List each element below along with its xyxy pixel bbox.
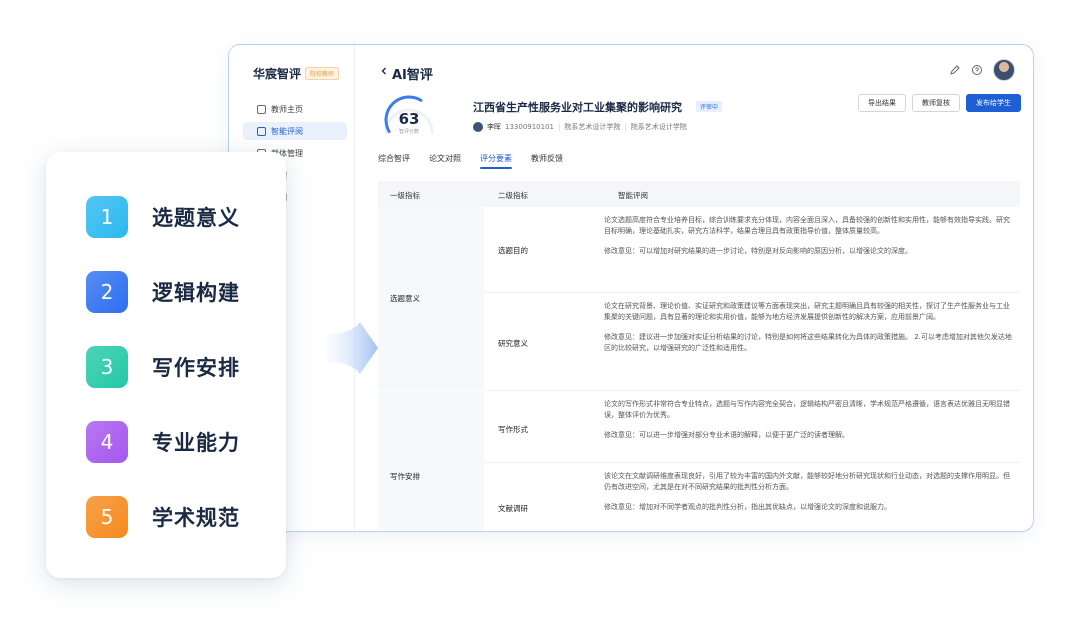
paper-title: 江西省生产性服务业对工业集聚的影响研究 — [473, 101, 682, 114]
avatar[interactable] — [993, 59, 1015, 81]
tab-bar: 综合智评 论文对照 评分要素 教师反馈 — [378, 153, 563, 169]
number-badge: 2 — [86, 271, 128, 313]
review-text: 论文在研究背景、理论价值、实证研究和政策建议等方面表现突出，研究主题明确且具有较… — [604, 302, 1010, 321]
action-buttons: 导出结果 教师复核 发布给学生 — [858, 94, 1021, 112]
brand-logo: 华宸智评 — [253, 67, 302, 81]
sidebar-item-review[interactable]: 智能评阅 — [243, 122, 347, 140]
list-item: 5 学术规范 — [86, 496, 240, 538]
score-label: 智评分数 — [398, 129, 419, 135]
score-value: 63 — [398, 110, 420, 128]
publish-button[interactable]: 发布给学生 — [966, 94, 1021, 112]
level2-label: 选题目的 — [498, 246, 528, 255]
criteria-label: 选题意义 — [152, 206, 240, 230]
table-row: 论文在研究背景、理论价值、实证研究和政策建议等方面表现突出，研究主题明确且具有较… — [594, 293, 1020, 391]
page-title: AI智评 — [392, 68, 433, 83]
list-item: 4 专业能力 — [86, 421, 240, 463]
header-level1: 一级指标 — [390, 191, 420, 200]
table-cell-level2: 研究意义 — [484, 293, 594, 391]
author-phone: 13300910101 — [505, 123, 554, 131]
divider: | — [624, 123, 627, 131]
review-table: 一级指标 二级指标 智能评阅 选题意义 选题目的 论文选题高度符合专业培养目标，… — [378, 181, 1020, 531]
app-window: 华宸智评 院校教师 教师主页 智能评阅 载体管理 管理 说明 AI智评 — [228, 44, 1034, 532]
home-icon — [257, 104, 266, 114]
list-item: 3 写作安排 — [86, 346, 240, 388]
tab-compare[interactable]: 论文对照 — [429, 153, 461, 169]
edit-icon[interactable] — [949, 64, 961, 76]
suggestion-text: 修改意见：增加对不同学者观点的批判性分析，指出其优缺点，以增强论文的深度和说服力… — [604, 502, 891, 511]
level2-label: 写作形式 — [498, 425, 528, 434]
suggestion-text: 修改意见：可以增加对研究结果的进一步讨论，特别是对反向影响的原因分析，以增强论文… — [604, 246, 912, 255]
author-avatar — [473, 122, 483, 132]
criteria-card: 1 选题意义 2 逻辑构建 3 写作安排 4 专业能力 5 学术规范 — [46, 152, 286, 578]
status-badge: 评审中 — [696, 101, 723, 112]
table-cell-level2: 文献调研 — [484, 463, 594, 531]
teacher-review-button[interactable]: 教师复核 — [912, 94, 960, 112]
list-item: 1 选题意义 — [86, 196, 240, 238]
brand-tag: 院校教师 — [305, 67, 340, 80]
author-name: 李晖 — [487, 123, 501, 131]
review-icon — [257, 126, 266, 136]
chevron-left-icon[interactable] — [380, 67, 388, 75]
table-cell-level1: 选题意义 — [378, 207, 484, 391]
criteria-label: 写作安排 — [152, 356, 240, 380]
review-text: 论文选题高度符合专业培养目标，综合训练要求充分体现，内容全面且深入，具备较强的创… — [604, 216, 1010, 235]
table-header: 一级指标 二级指标 智能评阅 — [378, 181, 1020, 207]
table-cell-level2: 写作形式 — [484, 391, 594, 463]
number-badge: 4 — [86, 421, 128, 463]
number-badge: 3 — [86, 346, 128, 388]
main-content: AI智评 63 智评分数 江西省生产性服务业对工业集聚的影响研究 评审中 李晖 — [356, 45, 1033, 531]
header-tools — [949, 59, 1015, 81]
suggestion-text: 修改意见：可以进一步增强对部分专业术语的解释，以便于更广泛的读者理解。 — [604, 430, 849, 439]
tab-overall[interactable]: 综合智评 — [378, 153, 410, 169]
tab-feedback[interactable]: 教师反馈 — [531, 153, 563, 169]
table-row: 该论文在文献调研维度表现良好，引用了较为丰富的国内外文献，能够较好地分析研究现状… — [594, 463, 1020, 531]
table-cell-level1: 写作安排 — [378, 391, 484, 531]
level2-label: 研究意义 — [498, 339, 528, 348]
sidebar-item-label: 智能评阅 — [271, 126, 303, 136]
export-button[interactable]: 导出结果 — [858, 94, 906, 112]
divider: | — [558, 123, 561, 131]
criteria-label: 逻辑构建 — [152, 281, 240, 305]
author-department: 院系艺术设计学院 — [630, 123, 687, 131]
help-icon[interactable] — [971, 64, 983, 76]
number-badge: 1 — [86, 196, 128, 238]
criteria-label: 学术规范 — [152, 506, 240, 530]
sidebar-item-label: 教师主页 — [271, 104, 303, 114]
paper-meta: 李晖 13300910101 | 院系艺术设计学院 | 院系艺术设计学院 — [473, 122, 687, 132]
table-row: 论文的写作形式非常符合专业特点，选题与写作内容完全契合，逻辑结构严密且清晰，学术… — [594, 391, 1020, 463]
header-review: 智能评阅 — [618, 191, 648, 200]
score-gauge: 63 智评分数 — [380, 93, 438, 143]
level1-label: 选题意义 — [390, 294, 420, 303]
level2-label: 文献调研 — [498, 504, 528, 513]
tab-scoring[interactable]: 评分要素 — [480, 153, 512, 169]
review-text: 论文的写作形式非常符合专业特点，选题与写作内容完全契合，逻辑结构严密且清晰，学术… — [604, 400, 1010, 419]
list-item: 2 逻辑构建 — [86, 271, 240, 313]
sidebar-item-home[interactable]: 教师主页 — [243, 100, 347, 118]
number-badge: 5 — [86, 496, 128, 538]
header-level2: 二级指标 — [498, 191, 528, 200]
arrow-right-icon — [326, 322, 378, 374]
author-college: 院系艺术设计学院 — [564, 123, 621, 131]
review-text: 该论文在文献调研维度表现良好，引用了较为丰富的国内外文献，能够较好地分析研究现状… — [604, 472, 1010, 491]
level1-label: 写作安排 — [390, 472, 420, 481]
suggestion-text: 修改意见：建议进一步加强对实证分析结果的讨论，特别是如何将这些结果转化为具体的政… — [604, 332, 1012, 352]
table-row: 论文选题高度符合专业培养目标，综合训练要求充分体现，内容全面且深入，具备较强的创… — [594, 207, 1020, 293]
table-cell-level2: 选题目的 — [484, 207, 594, 293]
criteria-label: 专业能力 — [152, 431, 240, 455]
